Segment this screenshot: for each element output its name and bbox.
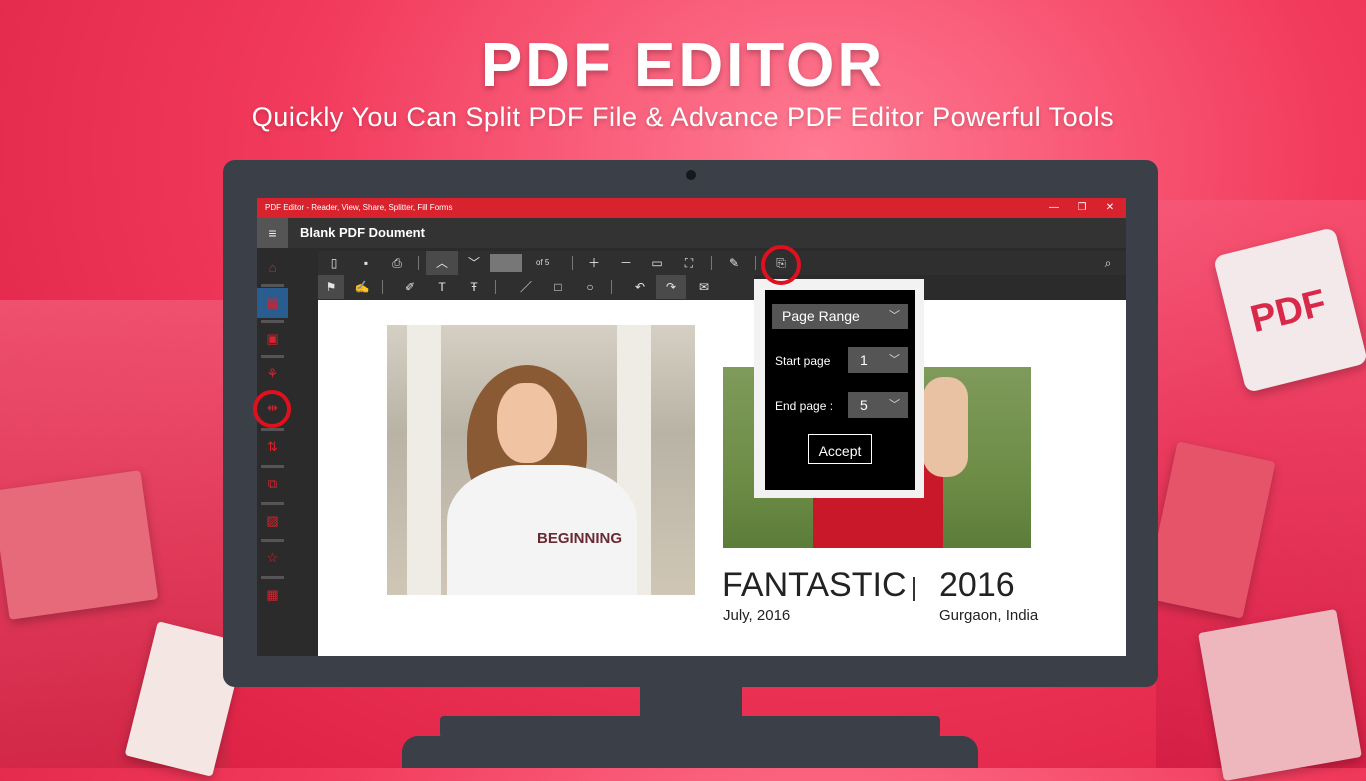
split-sidebar-highlight-ring (253, 390, 291, 428)
pdf-page: BEGINNING FANTASTIC July, 2016 2016 Gurg… (318, 300, 1126, 656)
sidebar-divider (261, 320, 284, 323)
strikeout-icon[interactable]: Ŧ (462, 275, 486, 299)
redo-icon[interactable]: ↷ (656, 275, 686, 299)
sidebar-divider (261, 355, 284, 358)
start-page-select[interactable]: 1 ﹀ (848, 347, 908, 373)
save-icon[interactable]: ▪ (354, 251, 378, 275)
accept-button[interactable]: Accept (808, 434, 872, 464)
heading-divider (913, 577, 915, 601)
print-icon[interactable]: ⎙ (385, 251, 409, 275)
split-dialog-panel: Page Range ﹀ Start page 1 ﹀ End page : 5… (765, 290, 915, 490)
toolbar-divider (711, 256, 712, 270)
window-title: PDF Editor - Reader, View, Share, Splitt… (265, 203, 453, 212)
previous-page-icon[interactable]: ︿ (426, 251, 458, 275)
open-book-icon[interactable]: ▯ (322, 251, 346, 275)
split-toolbar-highlight-ring (761, 245, 801, 285)
page-number-input[interactable] (490, 254, 522, 272)
rectangle-tool-icon[interactable]: □ (546, 275, 570, 299)
webcam-dot (686, 170, 696, 180)
app-window: PDF Editor - Reader, View, Share, Splitt… (257, 198, 1126, 656)
main-toolbar: ▯ ▪ ⎙ ︿ ﹀ of 5 ＋ － ▭ ⛶ ✎ ⎘ ⌕ (318, 251, 1126, 275)
end-page-label: End page : (775, 399, 834, 413)
toolbar-divider (382, 280, 383, 294)
zoom-out-icon[interactable]: － (614, 251, 638, 275)
maximize-button[interactable]: ❐ (1068, 198, 1096, 218)
chevron-down-icon: ﹀ (889, 399, 900, 411)
document-title: Blank PDF Doument (300, 225, 425, 240)
doc-year: 2016 (939, 566, 1015, 604)
text-tool-icon[interactable]: T (430, 275, 454, 299)
monitor-neck (640, 687, 742, 719)
doc-heading: FANTASTIC (722, 566, 907, 604)
hamburger-menu-icon[interactable]: ≡ (257, 218, 288, 248)
doc-date: July, 2016 (723, 607, 791, 624)
fit-width-icon[interactable]: ▭ (645, 251, 669, 275)
magazine-decoration (0, 470, 159, 620)
toolbar-divider (611, 280, 612, 294)
toolbar-divider (418, 256, 419, 270)
end-page-value: 5 (860, 397, 868, 413)
edit-icon[interactable]: ✎ (722, 251, 746, 275)
monitor-stand (440, 716, 940, 738)
pdf-file-sidebar-icon[interactable]: ▤ (257, 288, 288, 318)
fit-page-icon[interactable]: ⛶ (677, 251, 701, 275)
range-mode-value: Page Range (782, 308, 860, 324)
image-icon[interactable]: ▨ (257, 506, 288, 536)
sign-icon[interactable]: ⚘ (257, 359, 288, 389)
end-page-select[interactable]: 5 ﹀ (848, 392, 908, 418)
shirt-print-text: BEGINNING (537, 530, 623, 547)
hero-title: PDF EDITOR (480, 31, 886, 100)
home-icon[interactable]: ⌂ (257, 253, 288, 283)
zoom-in-icon[interactable]: ＋ (582, 251, 606, 275)
start-page-label: Start page (775, 354, 831, 368)
sidebar-divider (261, 284, 284, 287)
woman-photo: BEGINNING (387, 325, 695, 595)
monitor-stand-base (402, 736, 978, 768)
sidebar-divider (261, 576, 284, 579)
next-page-icon[interactable]: ﹀ (462, 251, 486, 275)
document-icon[interactable]: ▣ (257, 324, 288, 354)
toolbar-divider (572, 256, 573, 270)
pdf-badge-text: PDF (1246, 282, 1331, 342)
signature-icon[interactable]: ✍ (350, 275, 374, 299)
ellipse-tool-icon[interactable]: ○ (578, 275, 602, 299)
close-button[interactable]: ✕ (1096, 198, 1124, 218)
page-count-label: of 5 (536, 258, 550, 267)
line-tool-icon[interactable]: ／ (514, 275, 538, 299)
toolbar-divider (755, 256, 756, 270)
chevron-down-icon: ﹀ (889, 310, 900, 322)
bookmark-icon[interactable]: ⚑ (318, 275, 344, 299)
range-mode-select[interactable]: Page Range ﹀ (772, 304, 908, 329)
annotation-toolbar: ⚑ ✍ ✐ T Ŧ ／ □ ○ ↶ ↷ ✉ (318, 275, 754, 300)
convert-icon[interactable]: ⇅ (257, 432, 288, 462)
sidebar-divider (261, 428, 284, 431)
search-icon[interactable]: ⌕ (1096, 251, 1120, 275)
title-bar: PDF Editor - Reader, View, Share, Splitt… (257, 198, 1126, 218)
merge-icon[interactable]: ⧉ (257, 469, 288, 499)
magazine-decoration (1198, 608, 1362, 781)
sidebar-divider (261, 465, 284, 468)
toolbar-divider (495, 280, 496, 294)
star-icon[interactable]: ☆ (257, 543, 288, 573)
hero-subtitle: Quickly You Can Split PDF File & Advance… (251, 102, 1115, 132)
sidebar: ⌂ ▤ ▣ ⚘ ⇹ ⇅ ⧉ ▨ ☆ ▦ (257, 248, 288, 656)
grid-tools-icon[interactable]: ▦ (257, 580, 288, 610)
minimize-button[interactable]: — (1040, 198, 1068, 218)
sidebar-divider (261, 502, 284, 505)
chevron-down-icon: ﹀ (889, 354, 900, 366)
comment-icon[interactable]: ✉ (692, 275, 716, 299)
app-bar: ≡ Blank PDF Doument (257, 218, 1126, 248)
sidebar-divider (261, 539, 284, 542)
split-dialog: Page Range ﹀ Start page 1 ﹀ End page : 5… (754, 279, 924, 498)
undo-icon[interactable]: ↶ (628, 275, 652, 299)
start-page-value: 1 (860, 352, 868, 368)
highlighter-icon[interactable]: ✐ (398, 275, 422, 299)
doc-location: Gurgaon, India (939, 607, 1039, 624)
